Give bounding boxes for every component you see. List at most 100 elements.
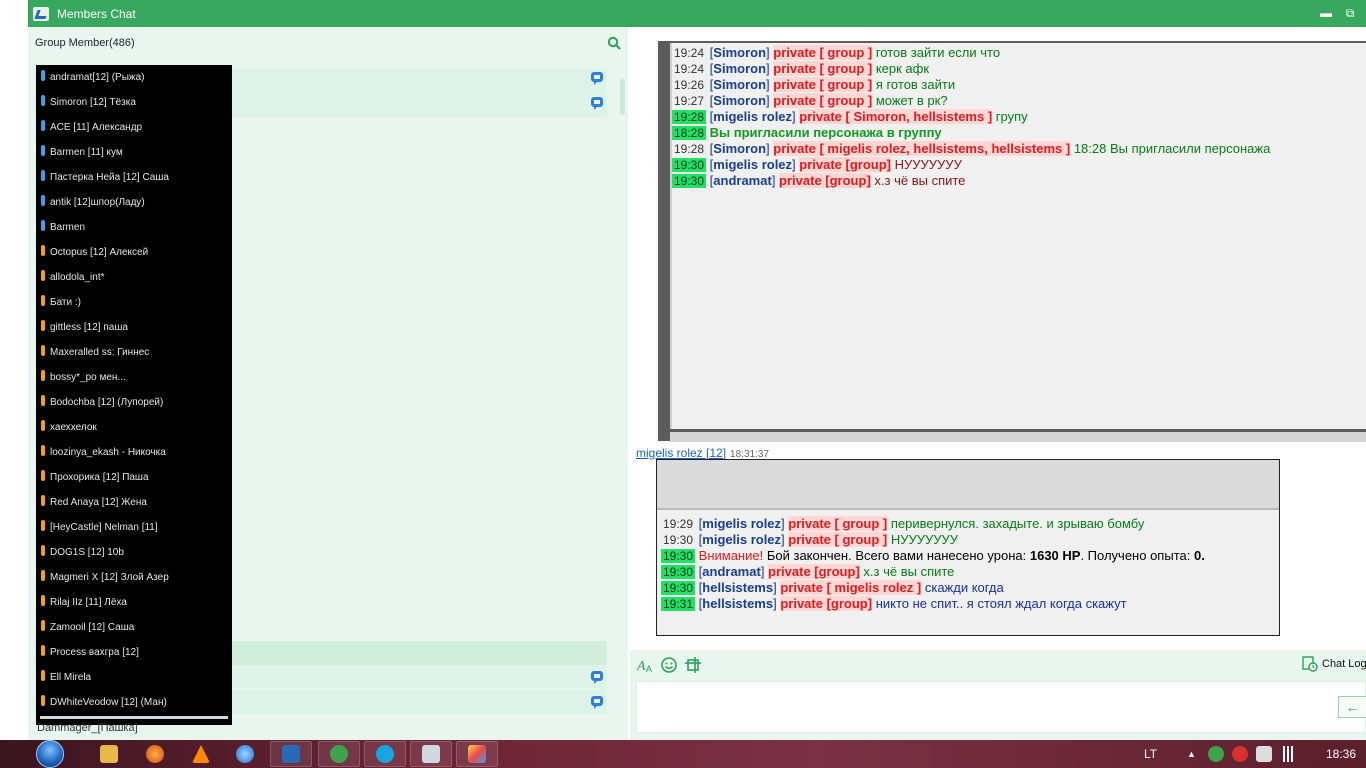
member-item[interactable]: Process вахгра [12] [36,640,232,665]
members-chat-taskbar-button[interactable] [270,741,312,767]
chat-bubble-icon[interactable] [590,670,604,684]
language-indicator[interactable]: LT [1144,740,1157,768]
member-item[interactable]: Пастерка Нейа [12] Саша [36,165,232,190]
chat-bubble-icon[interactable] [590,96,604,110]
member-item[interactable]: Barmen [36,215,232,240]
user-status-icon [41,695,45,706]
network-signal-icon[interactable] [1280,746,1296,762]
utorrent-tray-icon[interactable] [1208,746,1224,762]
skype-taskbar-button[interactable] [364,741,406,767]
member-item[interactable]: Ell Mirela [36,665,232,690]
sender-name[interactable]: Simoron [713,61,766,76]
search-icon[interactable] [607,36,621,50]
user-status-icon [41,320,45,331]
send-button[interactable]: ← [1338,696,1366,718]
members-panel: Group Member(486) andramat[12] (Рыжа) Sim… [28,27,628,740]
members-scrollbar[interactable] [620,79,625,115]
clock[interactable]: 18:36 [1326,740,1356,768]
member-name: bossy*_ро мен... [50,372,126,383]
sender-name[interactable]: migelis rolez [702,532,781,547]
message-time: 18:28 [672,126,707,140]
user-status-icon [41,395,45,406]
minimize-button[interactable]: ▬ [1318,6,1334,20]
member-item[interactable]: Octopus [12] Алексей [36,240,232,265]
channel-tag: private [ group ] [788,532,888,547]
sender-name[interactable]: hellsistems [702,580,773,595]
vlc-taskbar-button[interactable] [180,741,222,767]
member-item[interactable]: хаеххелок [36,415,232,440]
member-item[interactable]: allodola_int* [36,265,232,290]
member-item[interactable]: antik [12]шпор(Ладу) [36,190,232,215]
user-status-icon [41,370,45,381]
paint-taskbar-button[interactable] [456,741,498,767]
member-item[interactable]: Bodochba [12] (Лупорей) [36,390,232,415]
chat-message: 19:24 [Simoron] private [ group ] керк а… [672,61,929,77]
sender-name[interactable]: andramat [702,564,761,579]
message-time: 19:28 [674,142,705,156]
skype-icon [376,745,394,763]
member-item[interactable]: Simoron [12] Тёзка [36,90,232,115]
member-item[interactable]: DWhiteVeodow [12] (Ман) [36,690,232,715]
chat-bubble-icon[interactable] [590,695,604,709]
message-text: перивернулся. захадыте. и зрываю бомбу [890,516,1145,531]
chat-log-scrollbar[interactable] [670,432,1366,442]
start-button[interactable] [34,740,72,768]
message-time: 19:30 [663,533,694,547]
firefox-taskbar-button[interactable] [134,741,176,767]
member-item[interactable]: Magmeri X [12] Злой Азер [36,565,232,590]
calculator-taskbar-button[interactable] [410,741,452,767]
member-item-bottom[interactable]: Dammager_[Пашка] [37,722,138,734]
member-name: loozinya_ekash - Никочка [50,447,166,458]
user-status-icon [41,120,45,131]
ie-taskbar-button[interactable] [224,741,266,767]
member-item[interactable]: Прохорика [12] Паша [36,465,232,490]
message-input[interactable] [636,681,1366,733]
font-style-icon[interactable]: A A [636,656,654,674]
damage-value: 1630 HP [1029,548,1081,563]
alert-tray-icon[interactable] [1232,746,1248,762]
member-name: Ell Mirela [50,672,92,683]
chat-bubble-icon[interactable] [590,71,604,85]
screenshot-icon[interactable] [684,656,702,674]
sender-name[interactable]: andramat [713,173,772,188]
member-item[interactable]: loozinya_ekash - Никочка [36,440,232,465]
member-item[interactable]: DOG1S [12] 10b [36,540,232,565]
member-item[interactable]: Rilaj IIz [11] Лёха [36,590,232,615]
user-status-icon [41,620,45,631]
sender-name[interactable]: hellsistems [702,596,773,611]
member-item[interactable]: Barmen [11] кум [36,140,232,165]
sender-name[interactable]: migelis rolez [713,157,792,172]
tray-expand-icon[interactable]: ▲ [1187,740,1196,768]
battle-summary-text: Бой закончен. Всего вами нанесено урона: [766,548,1027,563]
member-item[interactable]: gittless [12] паша [36,315,232,340]
sender-name[interactable]: Simoron [713,93,766,108]
member-item[interactable]: [HeyCastle] Nelman [11] [36,515,232,540]
sender-name[interactable]: migelis rolez [713,109,792,124]
taskbar: LT ▲ 18:36 [0,740,1366,768]
restore-button[interactable]: ⧉ [1342,6,1358,20]
sender-link[interactable]: migelis rolez [12] [636,446,726,460]
emoji-icon[interactable] [660,656,678,674]
members-count-label: Group Member(486) [35,37,135,49]
member-item[interactable]: Maxeralled ss: Гиннес [36,340,232,365]
member-item[interactable]: bossy*_ро мен... [36,365,232,390]
utorrent-taskbar-button[interactable] [318,741,360,767]
power-tray-icon[interactable] [1256,746,1272,762]
desktop-left-strip [0,0,28,740]
sender-name[interactable]: Simoron [713,141,766,156]
member-item[interactable]: Red Anaya [12] Жена [36,490,232,515]
sender-name[interactable]: Simoron [713,77,766,92]
sender-name[interactable]: migelis rolez [702,516,781,531]
member-item[interactable]: Бати :) [36,290,232,315]
member-name: DOG1S [12] 10b [50,547,124,558]
member-item[interactable]: ACE [11] Александр [36,115,232,140]
member-item[interactable]: Zamooil [12] Саша [36,615,232,640]
sender-name[interactable]: Simoron [713,45,766,60]
explorer-taskbar-button[interactable] [88,741,130,767]
paint-icon [468,745,486,763]
svg-text:A: A [636,659,646,674]
member-list: andramat[12] (Рыжа) Simoron [12] Тёзка ACE… [36,65,232,725]
chat-log-button[interactable]: Chat Log [1302,656,1366,672]
channel-tag: private [ group ] [773,61,873,76]
member-item[interactable]: andramat[12] (Рыжа) [36,65,232,90]
